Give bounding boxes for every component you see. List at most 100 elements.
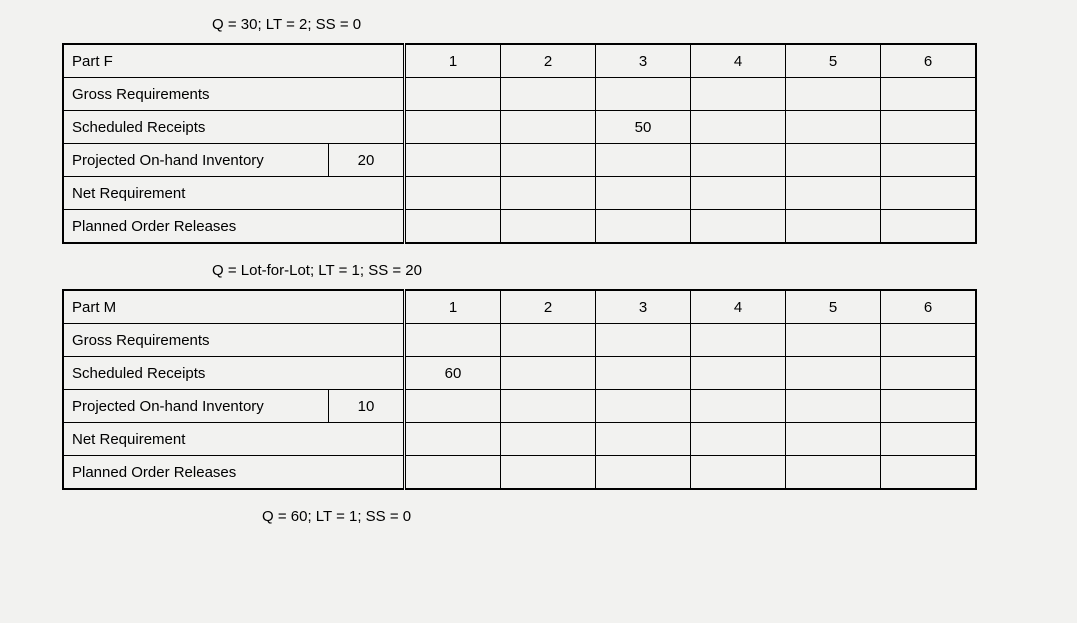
period-header: 4 [691, 44, 786, 78]
cell [596, 390, 691, 423]
cell [691, 177, 786, 210]
cell [405, 456, 501, 490]
cell [881, 78, 977, 111]
cell: 60 [405, 357, 501, 390]
cell [691, 390, 786, 423]
table-row: Projected On-hand Inventory 20 [63, 144, 976, 177]
cell [501, 456, 596, 490]
cell [786, 456, 881, 490]
period-header: 2 [501, 44, 596, 78]
row-label: Scheduled Receipts [63, 357, 405, 390]
cell [501, 324, 596, 357]
table-row: Net Requirement [63, 177, 976, 210]
table-row: Gross Requirements [63, 78, 976, 111]
table-row: Scheduled Receipts 50 [63, 111, 976, 144]
row-label: Planned Order Releases [63, 210, 405, 244]
trailing-params: Q = 60; LT = 1; SS = 0 [262, 508, 1077, 525]
cell [501, 111, 596, 144]
cell [786, 390, 881, 423]
cell [786, 78, 881, 111]
cell [501, 357, 596, 390]
cell [405, 111, 501, 144]
table-1-params: Q = 30; LT = 2; SS = 0 [212, 16, 1077, 33]
cell [691, 357, 786, 390]
cell [501, 423, 596, 456]
cell [881, 177, 977, 210]
cell [501, 390, 596, 423]
cell [881, 210, 977, 244]
cell [501, 78, 596, 111]
cell [501, 177, 596, 210]
cell [786, 324, 881, 357]
cell [405, 423, 501, 456]
table-row: Scheduled Receipts 60 [63, 357, 976, 390]
cell [881, 111, 977, 144]
cell [405, 210, 501, 244]
cell [501, 144, 596, 177]
cell [501, 210, 596, 244]
row-label: Scheduled Receipts [63, 111, 405, 144]
row-label: Net Requirement [63, 423, 405, 456]
cell [881, 423, 977, 456]
cell [691, 456, 786, 490]
period-header: 6 [881, 290, 977, 324]
cell [596, 324, 691, 357]
period-header: 4 [691, 290, 786, 324]
cell [881, 144, 977, 177]
cell [405, 144, 501, 177]
cell [405, 177, 501, 210]
cell [786, 210, 881, 244]
table-row: Projected On-hand Inventory 10 [63, 390, 976, 423]
cell [691, 423, 786, 456]
cell [691, 210, 786, 244]
row-label: Planned Order Releases [63, 456, 405, 490]
period-header: 2 [501, 290, 596, 324]
cell [691, 78, 786, 111]
table-row: Planned Order Releases [63, 456, 976, 490]
period-header: 5 [786, 290, 881, 324]
cell [596, 144, 691, 177]
period-header: 1 [405, 290, 501, 324]
row-label: Projected On-hand Inventory [63, 390, 329, 423]
table-row: Gross Requirements [63, 324, 976, 357]
table-row: Planned Order Releases [63, 210, 976, 244]
period-header: 3 [596, 290, 691, 324]
cell [596, 177, 691, 210]
period-header: 3 [596, 44, 691, 78]
cell [405, 390, 501, 423]
row-label: Projected On-hand Inventory [63, 144, 329, 177]
cell [405, 78, 501, 111]
cell [691, 324, 786, 357]
period-header: 6 [881, 44, 977, 78]
period-header: 1 [405, 44, 501, 78]
row-label: Net Requirement [63, 177, 405, 210]
cell [881, 390, 977, 423]
row-label: Gross Requirements [63, 324, 405, 357]
cell [881, 456, 977, 490]
initial-value: 10 [329, 390, 405, 423]
initial-value: 20 [329, 144, 405, 177]
cell [786, 357, 881, 390]
cell [596, 357, 691, 390]
cell [596, 210, 691, 244]
period-header: 5 [786, 44, 881, 78]
table-2-params: Q = Lot-for-Lot; LT = 1; SS = 20 [212, 262, 1077, 279]
cell [786, 111, 881, 144]
cell [786, 144, 881, 177]
mrp-table-2: Part M 1 2 3 4 5 6 Gross Requirements Sc… [62, 289, 977, 490]
cell [786, 177, 881, 210]
cell: 50 [596, 111, 691, 144]
cell [596, 456, 691, 490]
mrp-worksheet: Q = 30; LT = 2; SS = 0 Part F 1 2 3 4 5 … [0, 0, 1077, 525]
cell [881, 357, 977, 390]
cell [691, 144, 786, 177]
table-row: Net Requirement [63, 423, 976, 456]
table-2-title: Part M [63, 290, 405, 324]
cell [691, 111, 786, 144]
cell [596, 423, 691, 456]
cell [786, 423, 881, 456]
cell [405, 324, 501, 357]
mrp-table-1: Part F 1 2 3 4 5 6 Gross Requirements Sc… [62, 43, 977, 244]
table-1-title: Part F [63, 44, 405, 78]
cell [881, 324, 977, 357]
